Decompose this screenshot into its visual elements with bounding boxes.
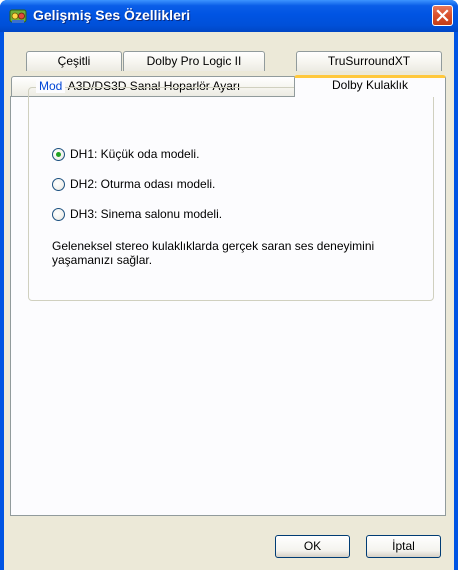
mode-group-legend: Mod	[36, 79, 66, 93]
radio-button[interactable]	[52, 177, 65, 191]
tab-trusurroundxt[interactable]: TruSurroundXT	[296, 51, 442, 71]
tab-dolby-pro-logic-ii[interactable]: Dolby Pro Logic II	[123, 51, 265, 71]
dialog-window: Gelişmiş Ses Özellikleri Çeşitli Dolby P…	[0, 0, 458, 570]
close-button[interactable]	[432, 5, 453, 26]
radio-button[interactable]	[52, 207, 65, 221]
mode-description: Geleneksel stereo kulaklıklarda gerçek s…	[52, 239, 375, 267]
title-bar[interactable]: Gelişmiş Ses Özellikleri	[0, 0, 458, 32]
radio-dh2[interactable]: DH2: Oturma odası modeli.	[52, 176, 215, 192]
ok-button[interactable]: OK	[275, 535, 350, 558]
speaker-app-icon	[9, 9, 27, 23]
tab-cesitli[interactable]: Çeşitli	[26, 51, 122, 71]
radio-label: DH3: Sinema salonu modeli.	[70, 207, 223, 221]
radio-dh1[interactable]: DH1: Küçük oda modeli.	[52, 146, 199, 162]
window-title: Gelişmiş Ses Özellikleri	[33, 7, 191, 23]
radio-label: DH1: Küçük oda modeli.	[70, 147, 200, 161]
close-icon	[436, 9, 449, 22]
cancel-button[interactable]: İptal	[366, 535, 441, 558]
mode-groupbox	[28, 87, 434, 301]
radio-button-checked[interactable]	[52, 147, 65, 161]
radio-dh3[interactable]: DH3: Sinema salonu modeli.	[52, 206, 222, 222]
radio-label: DH2: Oturma odası modeli.	[70, 177, 216, 191]
tab-dolby-kulaklik[interactable]: Dolby Kulaklık	[294, 75, 446, 97]
